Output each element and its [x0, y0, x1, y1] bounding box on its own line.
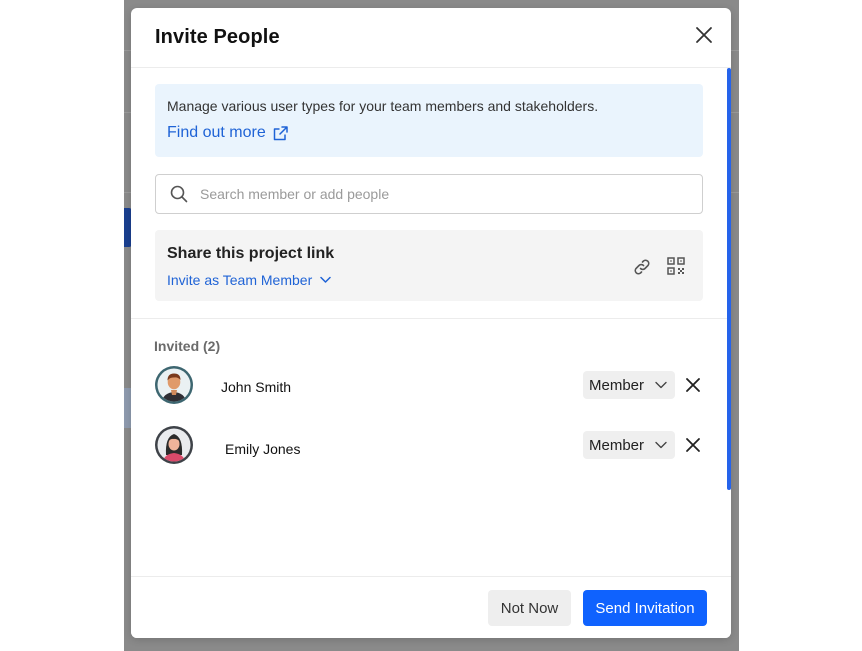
info-banner: Manage various user types for your team …	[155, 84, 703, 157]
search-field	[155, 174, 703, 214]
close-icon	[686, 438, 700, 452]
role-value: Member	[589, 436, 645, 454]
dialog-scrollbar[interactable]	[727, 68, 731, 490]
invited-name: Emily Jones	[225, 441, 301, 457]
share-link-panel: Share this project link Invite as Team M…	[155, 230, 703, 301]
close-icon	[696, 27, 712, 43]
chevron-down-icon	[320, 276, 331, 283]
close-button[interactable]	[693, 24, 715, 46]
link-icon	[634, 259, 650, 275]
not-now-button[interactable]: Not Now	[488, 590, 571, 626]
dialog-title: Invite People	[155, 26, 280, 48]
invite-role-dropdown[interactable]: Invite as Team Member	[167, 272, 331, 288]
chevron-down-icon	[655, 381, 667, 389]
section-divider	[131, 318, 727, 319]
invited-row: Emily Jones Member	[131, 425, 727, 469]
remove-invite-button[interactable]	[685, 437, 701, 453]
role-select[interactable]: Member	[583, 371, 675, 399]
female-avatar-icon	[155, 426, 193, 464]
invited-row: John Smith Member	[131, 365, 727, 409]
search-input[interactable]	[198, 176, 692, 212]
male-avatar-icon	[155, 366, 193, 404]
external-link-icon	[273, 125, 288, 140]
find-out-more-link[interactable]: Find out more	[167, 124, 289, 142]
share-title: Share this project link	[167, 245, 335, 262]
invite-role-label: Invite as Team Member	[167, 272, 313, 288]
chevron-down-icon	[655, 441, 667, 449]
invited-name: John Smith	[221, 379, 292, 395]
send-invitation-button[interactable]: Send Invitation	[583, 590, 707, 626]
dialog-footer: Not Now Send Invitation	[131, 576, 731, 638]
copy-link-button[interactable]	[632, 257, 652, 277]
role-value: Member	[589, 376, 645, 394]
invite-people-dialog: Invite People Manage various user types …	[131, 8, 731, 638]
qr-code-button[interactable]	[667, 257, 685, 275]
dialog-header: Invite People	[131, 8, 731, 68]
info-text: Manage various user types for your team …	[167, 98, 599, 114]
qr-code-icon	[667, 257, 685, 275]
remove-invite-button[interactable]	[685, 377, 701, 393]
role-select[interactable]: Member	[583, 431, 675, 459]
search-icon	[170, 185, 188, 203]
find-out-more-label: Find out more	[167, 124, 266, 141]
close-icon	[686, 378, 700, 392]
invited-count-label: Invited (2)	[154, 338, 221, 354]
